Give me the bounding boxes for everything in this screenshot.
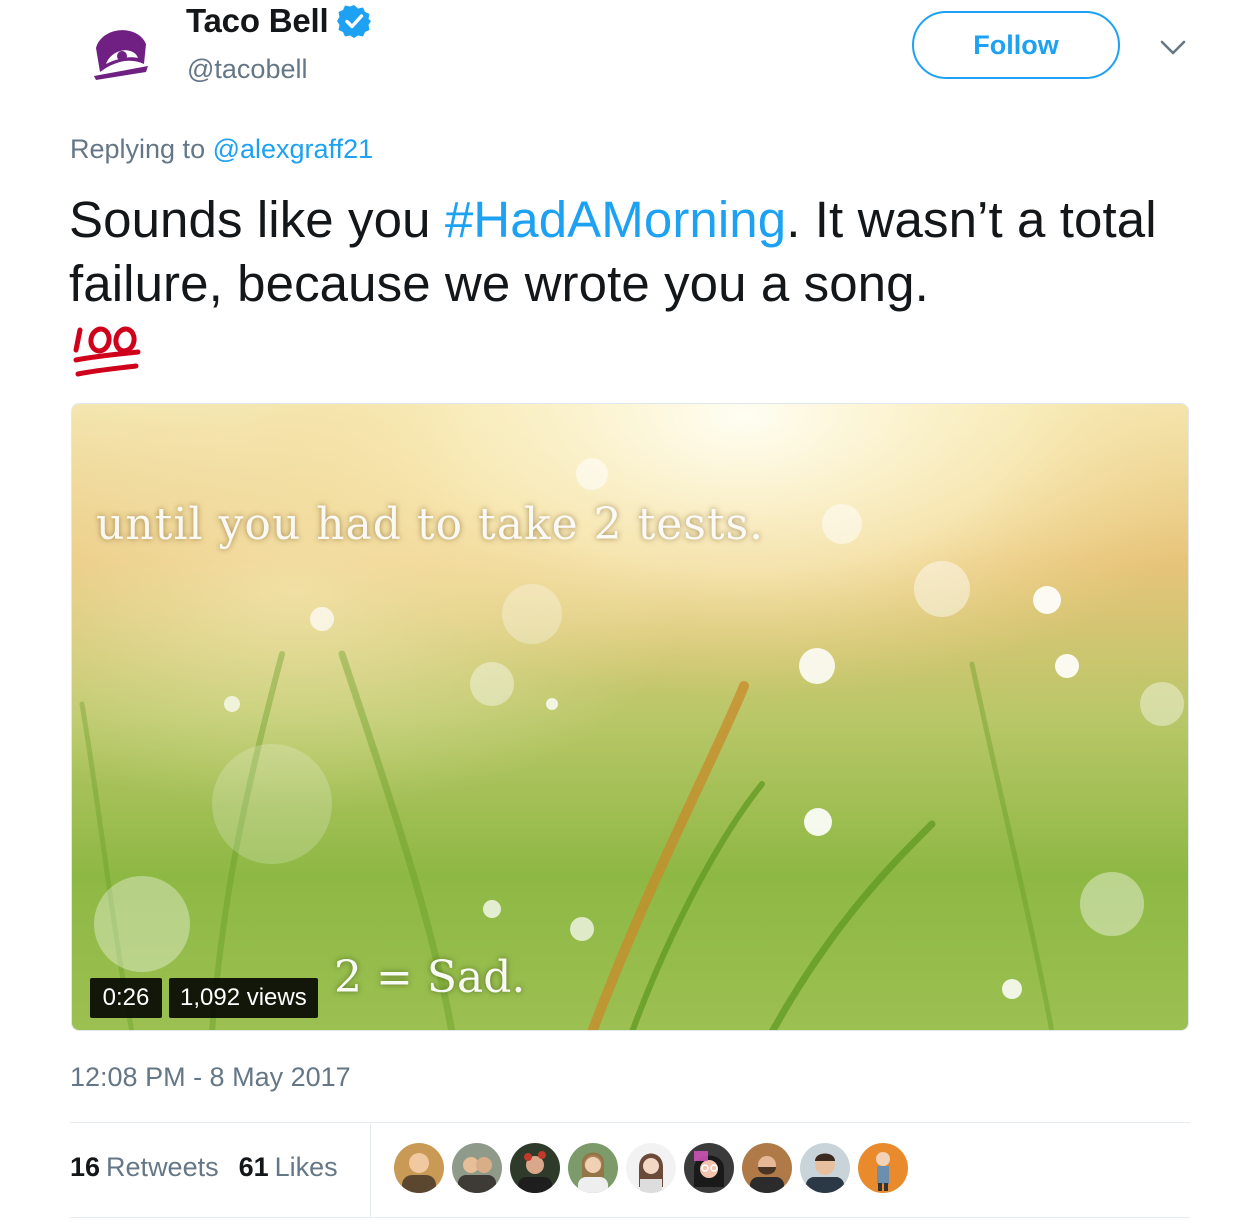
liker-avatar[interactable] <box>568 1143 618 1193</box>
liker-avatar[interactable] <box>858 1143 908 1193</box>
liker-avatar[interactable] <box>452 1143 502 1193</box>
divider-top <box>70 1122 1190 1123</box>
liker-avatar[interactable] <box>510 1143 560 1193</box>
video-views-badge: 1,092 views <box>169 978 318 1018</box>
liker-avatar[interactable] <box>742 1143 792 1193</box>
chevron-down-icon <box>1160 40 1186 55</box>
verified-badge-icon <box>337 5 372 38</box>
follow-button[interactable]: Follow <box>912 11 1120 79</box>
stats-separator <box>370 1124 371 1218</box>
video-caption-bottom: 2 = Sad. <box>334 952 526 1003</box>
video-caption-top: until you had to take 2 tests. <box>96 499 765 550</box>
taco-bell-logo-icon <box>72 8 168 104</box>
retweets-label: Retweets <box>106 1152 219 1182</box>
tweet-text-start: Sounds like you <box>69 191 445 248</box>
author-avatar[interactable] <box>72 8 168 104</box>
tweet-text: Sounds like you #HadAMorning. It wasn’t … <box>69 188 1189 316</box>
author-handle[interactable]: @tacobell <box>187 54 307 85</box>
retweets-count: 16 <box>70 1152 101 1182</box>
tweet-timestamp[interactable]: 12:08 PM - 8 May 2017 <box>70 1062 351 1093</box>
video-player[interactable]: until you had to take 2 tests. 2 = Sad. … <box>71 403 1189 1031</box>
liker-avatar[interactable] <box>626 1143 676 1193</box>
liker-avatar[interactable] <box>394 1143 444 1193</box>
hashtag-link[interactable]: #HadAMorning <box>445 191 786 248</box>
liker-avatar[interactable] <box>800 1143 850 1193</box>
tweet-menu-button[interactable] <box>1156 30 1190 64</box>
likes-stat[interactable]: 61 Likes <box>239 1152 338 1183</box>
liker-avatars <box>394 1143 908 1193</box>
author-name-row[interactable]: Taco Bell <box>186 2 372 40</box>
author-display-name[interactable]: Taco Bell <box>186 2 329 40</box>
liker-avatar[interactable] <box>684 1143 734 1193</box>
hundred-points-emoji-icon <box>73 326 141 377</box>
video-duration-badge: 0:26 <box>90 978 162 1018</box>
likes-count: 61 <box>238 1152 269 1182</box>
likes-label: Likes <box>274 1152 338 1182</box>
tweet-stats: 16 Retweets 61 Likes <box>70 1152 338 1183</box>
replying-to: Replying to @alexgraff21 <box>70 134 373 165</box>
reply-mention-link[interactable]: @alexgraff21 <box>213 134 374 164</box>
replying-to-prefix: Replying to <box>70 134 213 164</box>
retweets-stat[interactable]: 16 Retweets <box>70 1152 219 1183</box>
divider-bottom <box>70 1217 1190 1218</box>
